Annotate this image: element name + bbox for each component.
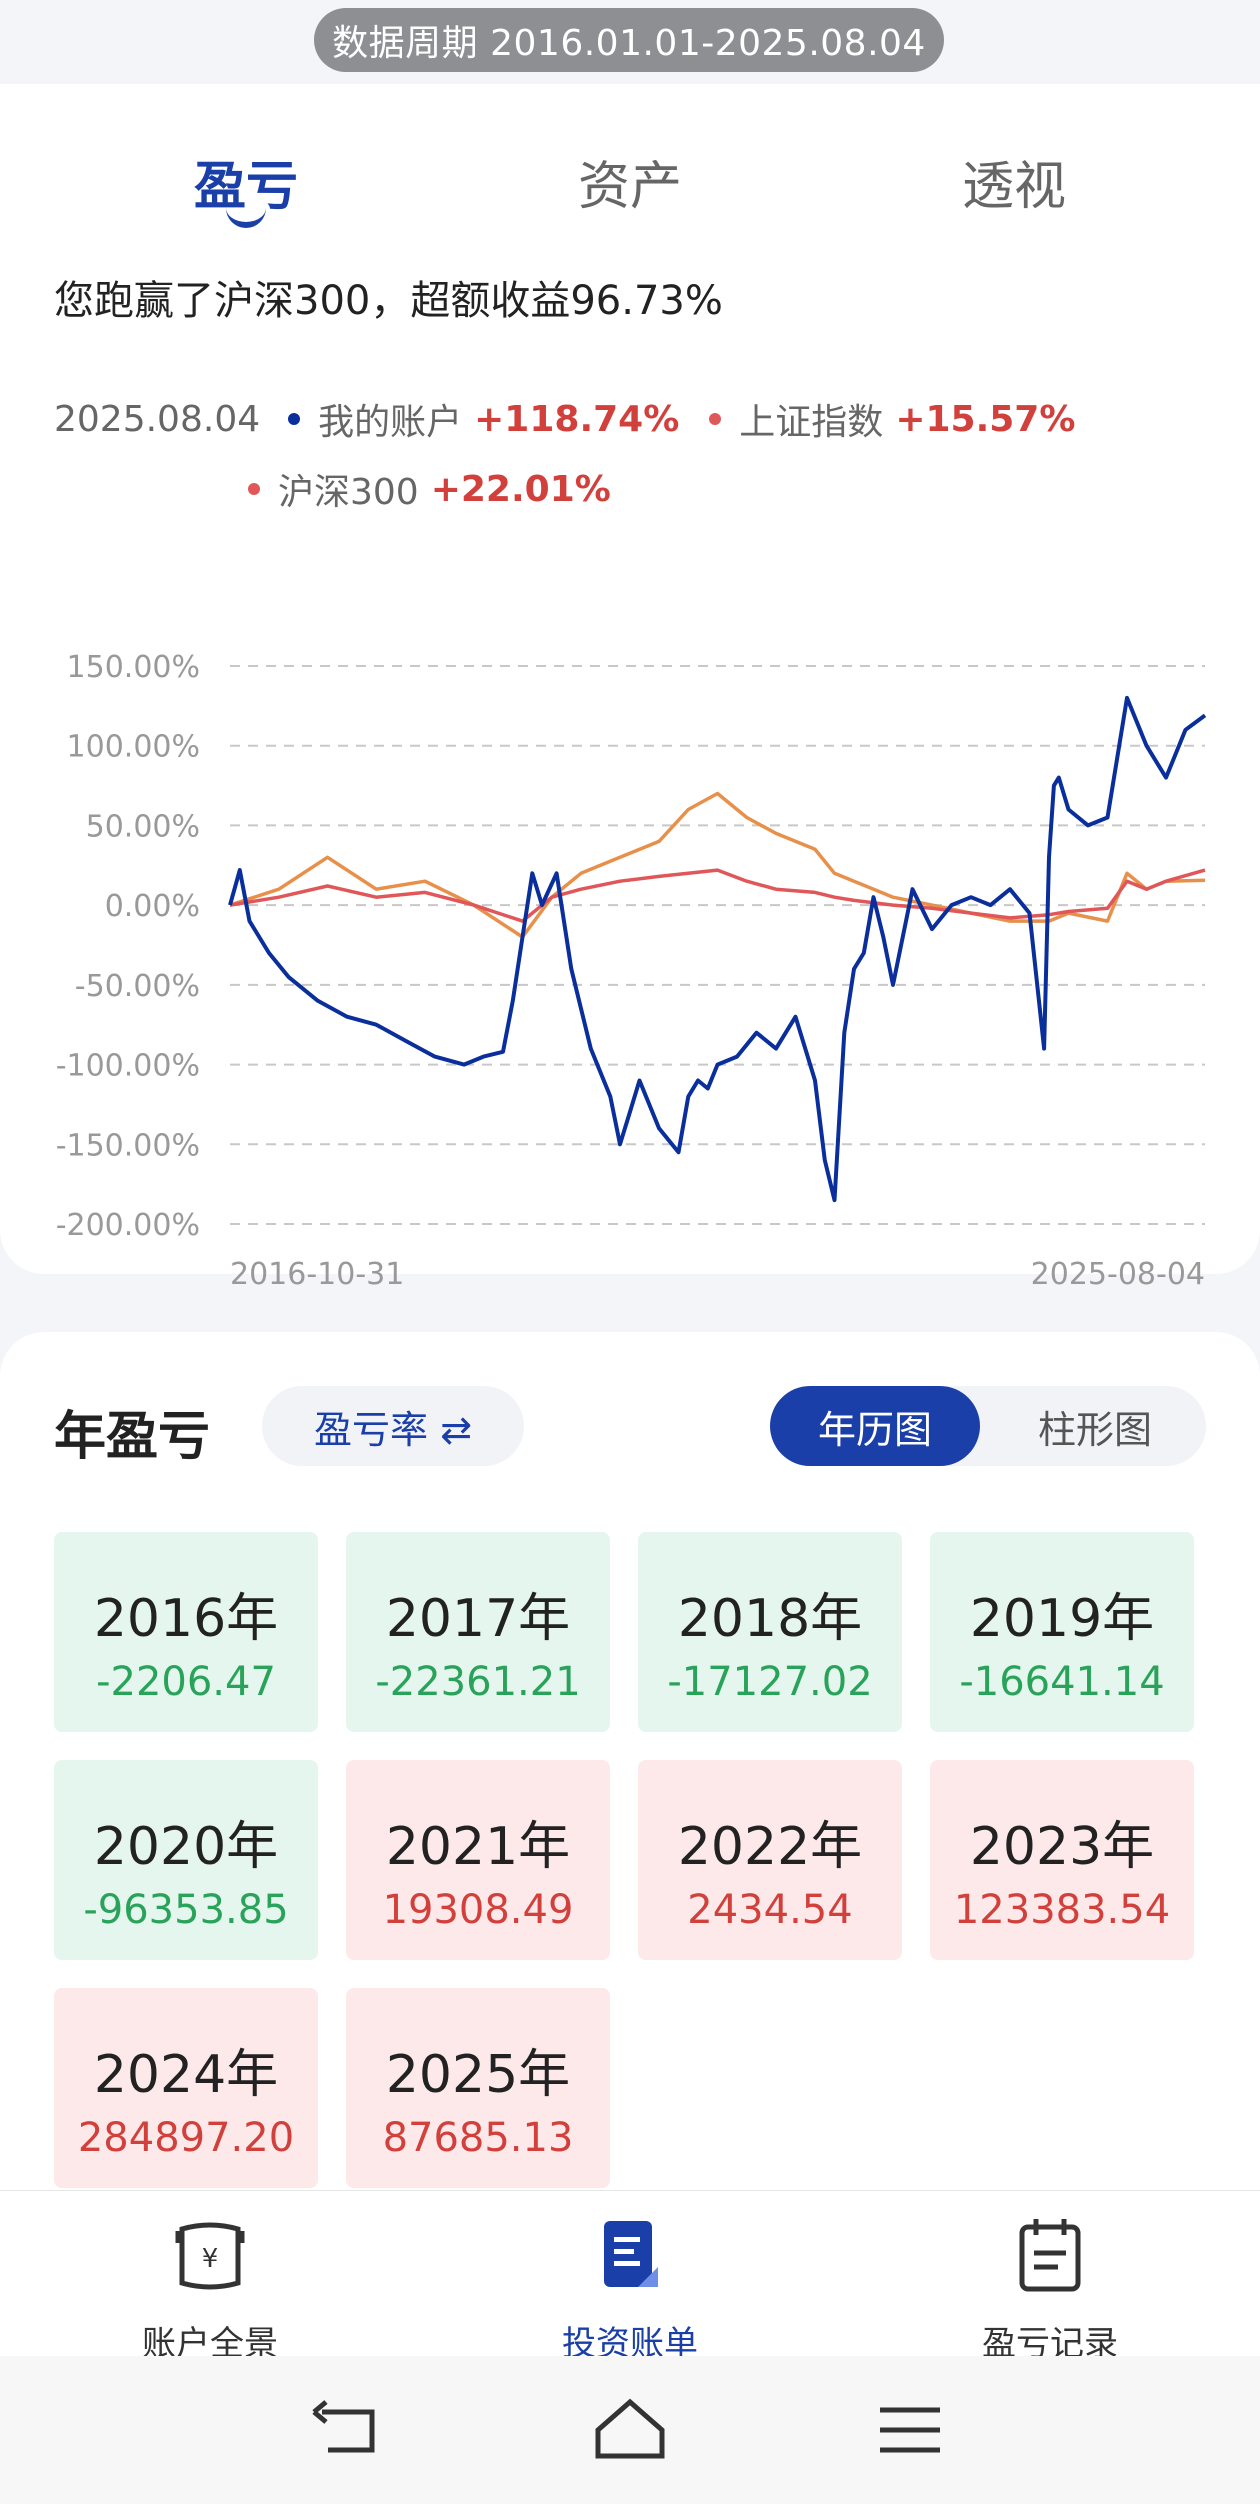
outperform-headline: 您跑赢了沪深300，超额收益96.73%	[54, 278, 723, 324]
legend-item-shanghai: 上证指数 +15.57%	[709, 393, 1075, 445]
back-icon[interactable]	[310, 2394, 390, 2464]
year-label: 2019年	[969, 1589, 1155, 1649]
bottom-nav: ¥ 账户全景 投资账单 盈亏记录	[0, 2190, 1260, 2364]
year-cell[interactable]: 2024年 284897.20	[54, 1988, 318, 2188]
nav-account-overview[interactable]: ¥ 账户全景	[80, 2213, 340, 2365]
series-line-account	[228, 695, 1207, 1203]
year-cell[interactable]: 2019年 -16641.14	[930, 1532, 1194, 1732]
year-profit-value: -96353.85	[83, 1887, 289, 1933]
nav-investment-bill[interactable]: 投资账单	[500, 2213, 760, 2365]
y-tick-label: -100.00%	[56, 1049, 200, 1084]
year-cell[interactable]: 2017年 -22361.21	[346, 1532, 610, 1732]
year-profit-value: 284897.20	[77, 2115, 295, 2161]
y-tick-label: -50.00%	[75, 969, 200, 1004]
year-profit-value: -16641.14	[959, 1659, 1165, 1705]
legend-dot	[709, 413, 722, 425]
bar-view-button[interactable]: 柱形图	[990, 1386, 1200, 1466]
legend-item-csi300: 沪深300 +22.01%	[248, 463, 611, 515]
series-line-csi300	[229, 868, 1206, 923]
year-label: 2017年	[385, 1589, 571, 1649]
year-profit-value: 123383.54	[953, 1887, 1171, 1933]
x-tick-label-end: 2025-08-04	[1031, 1257, 1205, 1292]
year-label: 2018年	[677, 1589, 863, 1649]
ledger-yuan-icon: ¥	[175, 2222, 245, 2290]
legend-dot	[288, 413, 301, 425]
annual-profit-card: 年盈亏 盈亏率 ⇄ 年历图 柱形图 2016年 -2206.47 2017年 -223…	[0, 1332, 1260, 2212]
year-label: 2024年	[93, 2045, 279, 2105]
year-cell[interactable]: 2018年 -17127.02	[638, 1532, 902, 1732]
y-tick-label: -150.00%	[56, 1128, 200, 1163]
legend-value: +22.01%	[430, 468, 611, 510]
legend-value: +118.74%	[474, 398, 680, 440]
year-profit-value: 19308.49	[382, 1887, 574, 1933]
bill-icon	[604, 2221, 658, 2287]
x-tick-label-start: 2016-10-31	[230, 1257, 404, 1292]
tab-assets[interactable]: 资产	[510, 144, 750, 219]
view-switch: 年历图 柱形图	[770, 1386, 1206, 1466]
y-tick-label: -200.00%	[56, 1208, 200, 1243]
year-profit-value: -2206.47	[96, 1659, 276, 1705]
profit-rate-toggle-button[interactable]: 盈亏率 ⇄	[262, 1386, 524, 1466]
tab-label: 资产	[577, 157, 682, 217]
tab-bar: 盈亏 资产 透视	[0, 144, 1260, 244]
tab-label: 透视	[961, 157, 1066, 217]
year-label: 2016年	[93, 1589, 279, 1649]
year-cell[interactable]: 2020年 -96353.85	[54, 1760, 318, 1960]
home-icon[interactable]	[590, 2394, 670, 2464]
year-label: 2022年	[677, 1817, 863, 1877]
tab-insight[interactable]: 透视	[894, 144, 1134, 219]
y-tick-label: 150.00%	[67, 650, 200, 685]
y-tick-label: 100.00%	[67, 730, 200, 765]
year-cell[interactable]: 2022年 2434.54	[638, 1760, 902, 1960]
year-label: 2021年	[385, 1817, 571, 1877]
calendar-record-icon	[1019, 2219, 1081, 2292]
menu-icon[interactable]	[870, 2394, 950, 2464]
return-line-chart[interactable]: 150.00% 100.00% 50.00% 0.00% -50.00% -100.00%…	[0, 624, 1260, 1314]
legend-date: 2025.08.04	[54, 398, 261, 440]
year-label: 2020年	[93, 1817, 279, 1877]
year-cell[interactable]: 2021年 19308.49	[346, 1760, 610, 1960]
year-cell[interactable]: 2025年 87685.13	[346, 1988, 610, 2188]
legend-item-account: 我的账户 +118.74%	[260, 393, 679, 445]
year-profit-value: 87685.13	[382, 2115, 574, 2161]
svg-text:¥: ¥	[202, 2244, 219, 2274]
legend-value: +15.57%	[895, 398, 1076, 440]
legend-name: 沪深300	[278, 472, 419, 513]
annual-section-title: 年盈亏	[54, 1407, 211, 1467]
profit-chart-card: 盈亏 资产 透视 您跑赢了沪深300，超额收益96.73% 2025.08.04…	[0, 84, 1260, 1292]
calendar-view-button[interactable]: 年历图	[770, 1386, 980, 1466]
nav-profit-record[interactable]: 盈亏记录	[920, 2213, 1180, 2365]
data-period-badge: 数据周期 2016.01.01-2025.08.04	[314, 8, 944, 72]
system-navigation-bar	[0, 2356, 1260, 2504]
year-profit-value: -22361.21	[375, 1659, 581, 1705]
chart-legend: 2025.08.04 我的账户 +118.74% 上证指数 +15.57% 沪深…	[54, 384, 1234, 524]
y-tick-label: 50.00%	[86, 809, 200, 844]
year-cell[interactable]: 2023年 123383.54	[930, 1760, 1194, 1960]
year-label: 2025年	[385, 2045, 571, 2105]
legend-name: 我的账户	[318, 402, 463, 443]
year-profit-value: 2434.54	[687, 1887, 853, 1933]
tab-profit-loss[interactable]: 盈亏	[126, 144, 366, 228]
series-line-shanghai-index	[229, 791, 1206, 939]
year-profit-value: -17127.02	[667, 1659, 873, 1705]
year-cell[interactable]: 2016年 -2206.47	[54, 1532, 318, 1732]
legend-dot	[248, 483, 260, 495]
legend-name: 上证指数	[739, 402, 884, 443]
chart-svg: 150.00% 100.00% 50.00% 0.00% -50.00% -100.00%…	[56, 650, 1207, 1292]
active-tab-indicator	[226, 208, 266, 228]
y-tick-label: 0.00%	[105, 889, 200, 924]
year-label: 2023年	[969, 1817, 1155, 1877]
